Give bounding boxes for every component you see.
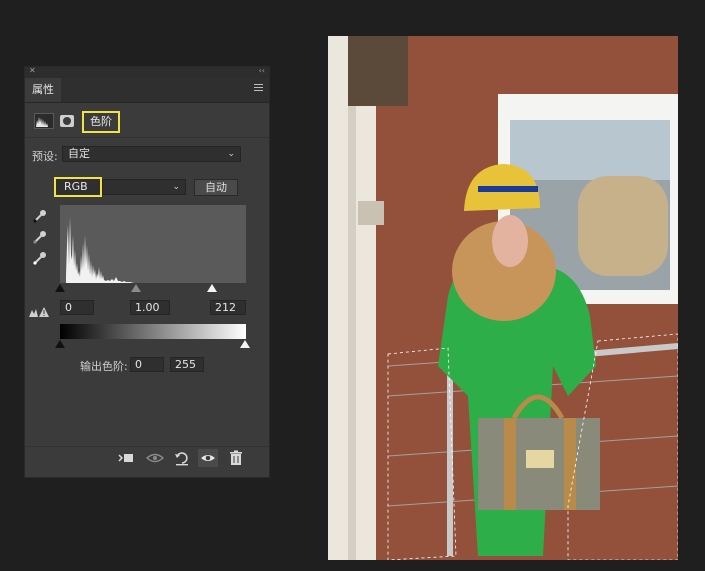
input-gamma-field[interactable]: 1.00 [130, 300, 170, 315]
auto-button[interactable]: 自动 [194, 179, 238, 196]
input-black-field[interactable]: 0 [60, 300, 94, 315]
visibility-eye-icon[interactable] [198, 449, 218, 467]
input-black-slider[interactable] [55, 284, 65, 292]
output-levels-label: 输出色阶: [80, 360, 128, 373]
levels-histogram [60, 205, 246, 283]
input-gamma-slider[interactable] [131, 284, 141, 292]
black-point-eyedropper-icon[interactable] [32, 208, 48, 224]
output-black-field[interactable]: 0 [130, 357, 164, 372]
preset-label: 预设: [32, 150, 58, 163]
trash-icon[interactable] [226, 449, 246, 467]
output-white-field[interactable]: 255 [170, 357, 204, 372]
gray-point-eyedropper-icon[interactable] [32, 229, 48, 245]
panel-title-bar: ✕ ‹‹ [25, 66, 269, 78]
clip-to-layer-icon[interactable] [116, 449, 136, 467]
output-white-slider[interactable] [240, 340, 250, 348]
levels-histogram-icon[interactable] [34, 113, 54, 129]
input-white-field[interactable]: 212 [210, 300, 246, 315]
preset-select[interactable]: 自定 ⌄ [62, 146, 241, 162]
view-previous-state-icon[interactable] [145, 449, 165, 467]
tab-properties[interactable]: 属性 [25, 78, 61, 102]
preset-value: 自定 [68, 147, 90, 160]
channel-select[interactable]: RGB [54, 177, 102, 197]
adjustment-title: 色阶 [82, 111, 120, 133]
divider [25, 137, 269, 138]
channel-value: RGB [64, 180, 88, 193]
reset-icon[interactable] [172, 449, 192, 467]
output-black-slider[interactable] [55, 340, 65, 348]
panel-tab-bar: 属性 [25, 78, 269, 103]
document-canvas-image[interactable] [328, 36, 678, 560]
layer-mask-icon[interactable] [60, 115, 74, 127]
chevron-down-icon: ⌄ [227, 149, 235, 159]
chevron-down-icon: ⌄ [172, 182, 180, 192]
clipping-warning-icon[interactable] [28, 305, 50, 319]
footer-divider [25, 446, 269, 447]
output-gradient [60, 324, 246, 339]
collapse-icon[interactable]: ‹‹ [259, 66, 265, 75]
adjustment-header: 色阶 [34, 110, 254, 133]
hamburger-menu-icon[interactable] [254, 84, 263, 92]
white-point-eyedropper-icon[interactable] [32, 250, 48, 266]
input-white-slider[interactable] [207, 284, 217, 292]
close-icon[interactable]: ✕ [29, 66, 36, 75]
channel-dropdown[interactable]: ⌄ [102, 179, 186, 195]
